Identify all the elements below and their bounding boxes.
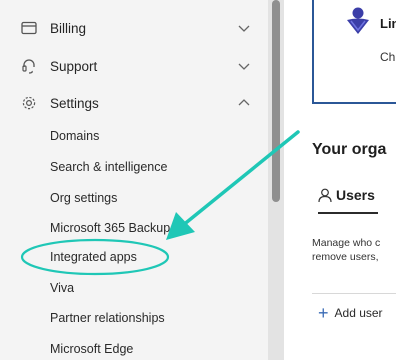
active-tab-indicator (318, 212, 378, 214)
nav-item-settings[interactable]: Settings (0, 85, 268, 121)
gear-icon (20, 94, 38, 112)
card-subtitle: Ch (380, 50, 396, 64)
tab-users-label: Users (336, 187, 375, 203)
nav-subitem-domains[interactable]: Domains (50, 129, 99, 143)
nav-subitem-microsoft-edge[interactable]: Microsoft Edge (50, 342, 133, 356)
add-user-label: Add user (334, 306, 383, 320)
nav-item-billing[interactable]: Billing (0, 10, 268, 46)
divider (312, 293, 396, 294)
nav-label-billing: Billing (50, 20, 87, 36)
main-content: Lin Ch Your orga Users Manage who c remo… (284, 0, 396, 360)
person-icon (318, 188, 332, 202)
chevron-up-icon[interactable] (237, 96, 251, 110)
billing-icon (20, 19, 38, 37)
nav-subitem-org-settings[interactable]: Org settings (50, 191, 117, 205)
card-title: Lin (380, 16, 396, 31)
chevron-down-icon[interactable] (237, 59, 251, 73)
nav-subitem-partner-relationships[interactable]: Partner relationships (50, 311, 165, 325)
info-card: Lin Ch (312, 0, 396, 104)
organization-heading: Your orga (312, 141, 387, 158)
left-navigation: Billing Support Settings Domains Search … (0, 0, 268, 360)
nav-label-settings: Settings (50, 95, 99, 111)
nav-subitem-m365-backup[interactable]: Microsoft 365 Backup (50, 221, 180, 235)
nav-item-support[interactable]: Support (0, 48, 268, 84)
nav-subitem-viva[interactable]: Viva (50, 281, 74, 295)
add-user-button[interactable]: + Add user (318, 303, 383, 323)
nav-label-support: Support (50, 58, 98, 74)
plus-icon: + (318, 303, 329, 323)
description-line-2: remove users, (312, 251, 379, 263)
chevron-down-icon[interactable] (237, 21, 251, 35)
headset-icon (20, 57, 38, 75)
description-line-1: Manage who c (312, 237, 381, 249)
user-shield-icon (347, 7, 369, 34)
tab-users[interactable]: Users (318, 187, 375, 203)
sidebar-scrollbar-thumb[interactable] (272, 0, 280, 202)
highlight-ellipse (20, 238, 170, 276)
users-description: Manage who c remove users, (312, 236, 380, 264)
nav-subitem-search-intelligence[interactable]: Search & intelligence (50, 160, 167, 174)
